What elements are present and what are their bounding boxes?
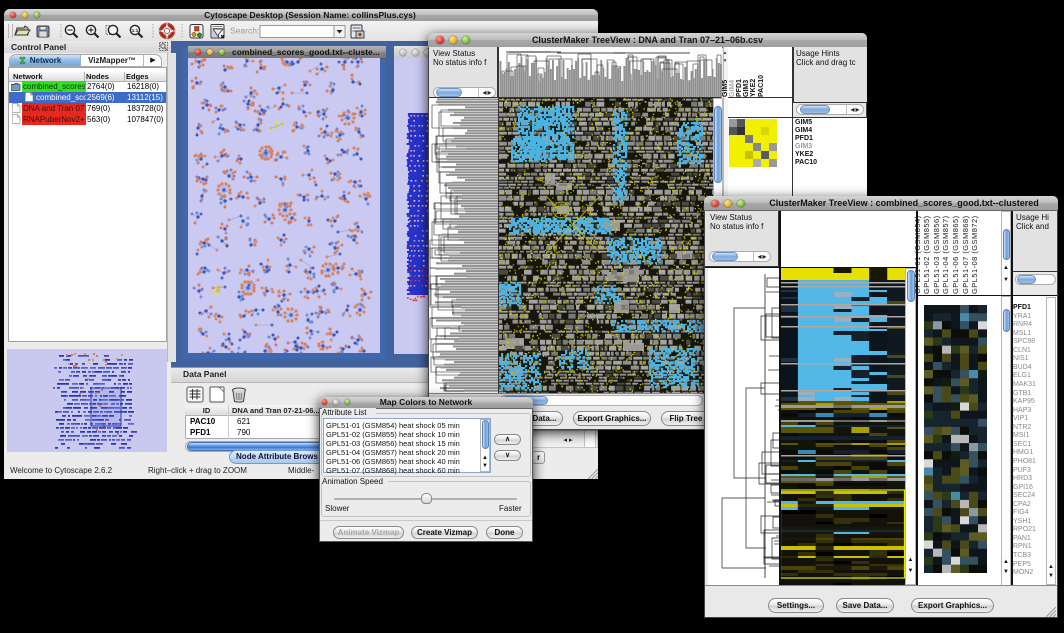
svg-text:Search:: Search: <box>230 26 259 36</box>
svg-text:1:1: 1:1 <box>132 28 139 33</box>
